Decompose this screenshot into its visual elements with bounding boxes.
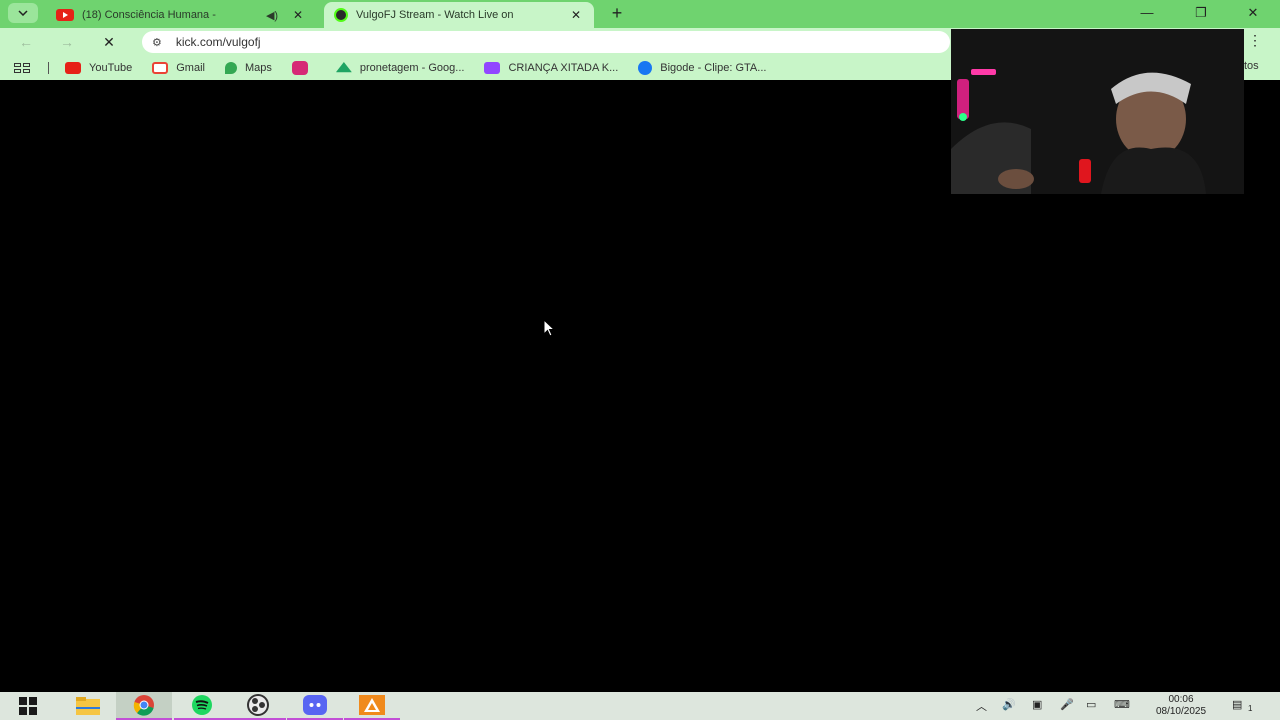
tab-search-button[interactable] <box>8 3 38 23</box>
clock-time: 00:06 <box>1168 694 1194 705</box>
bookmark-facebook[interactable]: Bigode - Clipe: GTA... <box>638 61 766 75</box>
mouse-pointer-icon <box>543 319 556 337</box>
notifications-icon[interactable]: ▤ <box>1232 698 1242 711</box>
speaker-icon[interactable]: ◀) <box>262 9 282 22</box>
webcam-image <box>951 29 1244 194</box>
apps-grid-icon[interactable] <box>14 63 32 73</box>
bookmark-drive[interactable]: pronetagem - Goog... <box>335 62 464 74</box>
close-icon[interactable]: ✕ <box>568 8 584 22</box>
webcam-overlay <box>951 29 1244 194</box>
bookmark-gmail[interactable]: Gmail <box>152 62 205 74</box>
stop-loading-button[interactable]: ✕ <box>97 31 121 53</box>
app-icon[interactable] <box>344 692 400 720</box>
address-bar[interactable]: ⚙ kick.com/vulgofj <box>142 31 950 53</box>
clock-date: 08/10/2025 <box>1155 706 1207 717</box>
tab-title: VulgoFJ Stream - Watch Live on <box>356 9 514 21</box>
spotify-icon[interactable] <box>174 692 230 720</box>
facebook-icon <box>638 61 653 75</box>
url-text: kick.com/vulgofj <box>175 35 261 49</box>
display-icon[interactable]: ▭ <box>1086 698 1096 711</box>
camera-icon[interactable]: ▣ <box>1032 698 1042 711</box>
network-icon[interactable]: ⌨ <box>1114 698 1130 711</box>
bookmarks-overflow-text[interactable]: tos <box>1244 60 1259 72</box>
minimize-button[interactable]: — <box>1120 0 1174 28</box>
bookmark-youtube[interactable]: YouTube <box>65 62 132 74</box>
notification-count: 1 <box>1248 704 1253 713</box>
bookmark-twitch[interactable]: CRIANÇA XITADA K... <box>484 62 618 74</box>
restore-button[interactable]: ❐ <box>1174 0 1228 28</box>
obs-icon[interactable] <box>230 692 286 720</box>
forward-button[interactable]: → <box>55 31 79 53</box>
taskbar-clock[interactable]: 00:06 08/10/2025 <box>1140 694 1222 718</box>
instagram-icon <box>291 61 308 75</box>
bookmark-maps[interactable]: Maps <box>224 62 272 74</box>
window-close-button[interactable]: ✕ <box>1226 0 1280 28</box>
taskbar: ︿ 🔊 ▣ 🎤 ▭ ⌨ ▤ 1 <box>0 692 1280 720</box>
new-tab-button[interactable]: + <box>606 3 628 25</box>
twitch-icon <box>484 62 501 74</box>
chevron-down-icon <box>18 10 28 16</box>
gmail-icon <box>152 62 169 74</box>
back-button[interactable]: ← <box>14 31 38 53</box>
tab-strip: (18) Consciência Humana - ◀) ✕ VulgoFJ S… <box>0 0 1280 28</box>
tab-title: (18) Consciência Humana - <box>82 9 216 21</box>
file-explorer-icon[interactable] <box>60 692 116 720</box>
browser-menu-icon[interactable]: ⋮ <box>1248 32 1262 49</box>
close-icon[interactable]: ✕ <box>290 8 306 22</box>
volume-icon[interactable]: 🔊 <box>1002 698 1016 711</box>
drive-icon <box>335 62 352 73</box>
windows-start-icon[interactable] <box>0 692 56 720</box>
microphone-icon[interactable]: 🎤 <box>1060 698 1074 711</box>
chrome-icon[interactable] <box>116 692 172 720</box>
bookmarks-divider <box>48 62 49 74</box>
youtube-icon <box>56 9 74 21</box>
youtube-icon <box>65 62 81 74</box>
show-hidden-icons-icon[interactable]: ︿ <box>976 698 987 714</box>
tab-youtube[interactable]: (18) Consciência Humana - ◀) ✕ <box>46 2 316 28</box>
tab-kick[interactable]: VulgoFJ Stream - Watch Live on ✕ <box>324 2 594 28</box>
kick-icon <box>334 8 348 22</box>
discord-icon[interactable] <box>287 692 343 720</box>
bookmark-instagram[interactable] <box>291 61 316 75</box>
site-info-icon[interactable]: ⚙ <box>152 36 162 49</box>
maps-icon <box>224 62 237 74</box>
